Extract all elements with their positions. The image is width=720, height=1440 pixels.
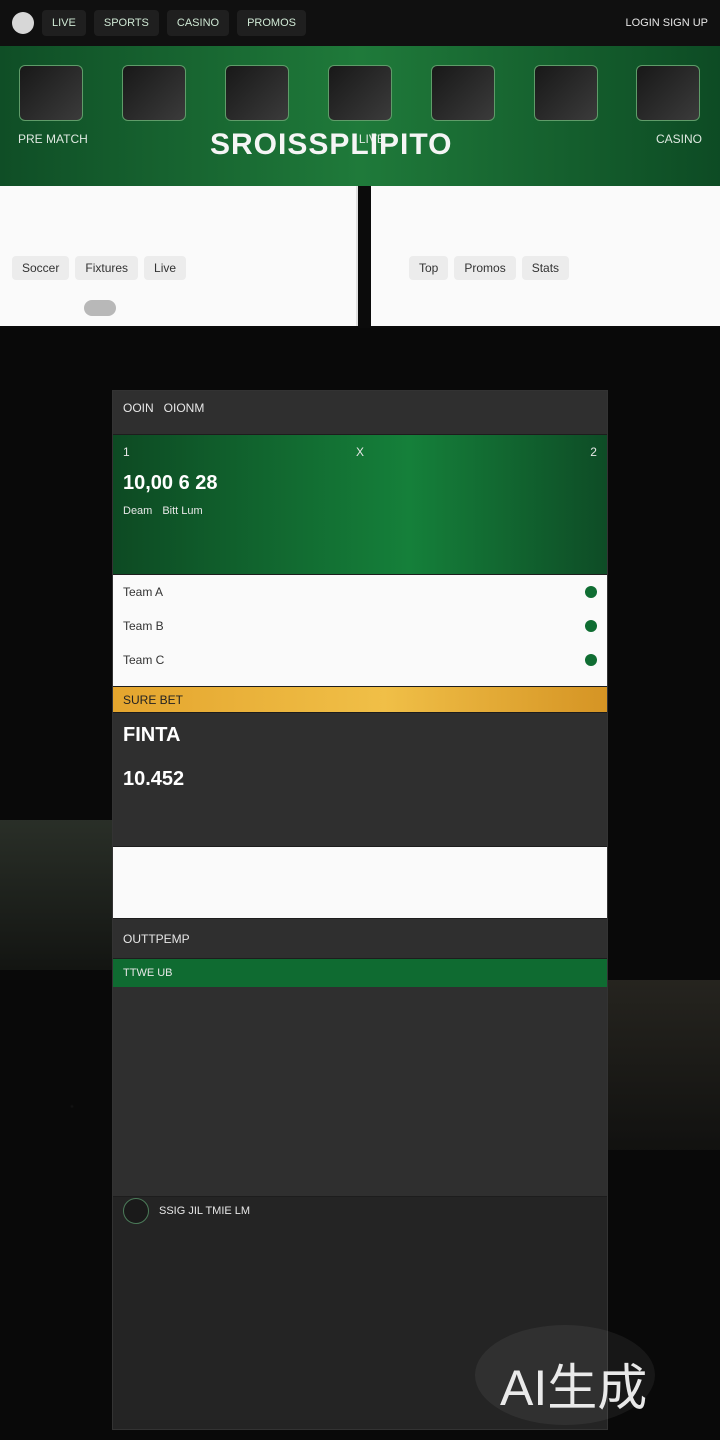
hero-label-0[interactable]: PRE MATCH [18, 132, 88, 146]
list-item-2-label: Team C [123, 653, 165, 667]
game-icon-4[interactable] [327, 65, 392, 121]
ai-generated-badge: AI生成 [500, 1360, 648, 1416]
nav-item-1[interactable]: SPORTS [93, 10, 159, 36]
game-icon-6[interactable] [533, 65, 598, 121]
header-right[interactable]: OIONM [164, 401, 205, 415]
right-card-row: Top Promos Stats [409, 256, 570, 280]
bottom-title-section: OUTTPEMP [113, 919, 607, 959]
footer-text[interactable]: SSIG JIL TMIE LM [159, 1205, 250, 1217]
status-dot-0 [585, 586, 597, 598]
market-label-0[interactable]: Deam [123, 505, 152, 517]
bottom-strip-label[interactable]: TTWE UB [123, 967, 173, 979]
list-section: Team A Team B Team C [113, 575, 607, 687]
top-navigation: LIVE SPORTS CASINO PROMOS LOGIN SIGN UP [0, 0, 720, 46]
summary-value-1: 10.452 [123, 767, 185, 790]
game-icon-7[interactable] [636, 65, 701, 121]
right-white-card: Top Promos Stats [371, 186, 720, 326]
promo-label[interactable]: SURE BET [123, 693, 183, 707]
center-panel: OOIN OIONM 1 X 2 10,00 6 28 Deam Bitt Lu… [112, 390, 608, 1430]
hero-label-2[interactable]: CASINO [656, 132, 702, 146]
summary-section: FINTA 10.452 [113, 713, 607, 847]
footer-logo [123, 1198, 149, 1224]
account-label[interactable]: LOGIN SIGN UP [625, 17, 708, 29]
nav-item-2[interactable]: CASINO [166, 10, 230, 36]
small-toggle-button[interactable] [84, 300, 116, 316]
odd-2[interactable]: 2 [590, 445, 597, 459]
list-row-1[interactable]: Team B [113, 609, 607, 643]
match-score: 10,00 6 28 [123, 471, 218, 494]
left-card-row: Soccer Fixtures Live [12, 256, 187, 280]
hero-title: SROISSPLIPITO [210, 128, 453, 161]
left-chip-1[interactable]: Fixtures [75, 256, 139, 280]
game-icon-2[interactable] [122, 65, 187, 121]
account-area: LOGIN SIGN UP [625, 17, 708, 29]
bottom-section [113, 987, 607, 1197]
list-item-1-label: Team B [123, 619, 164, 633]
list-item-0-label: Team A [123, 585, 164, 599]
left-white-card: Soccer Fixtures Live [0, 186, 358, 326]
match-score-row: 10,00 6 28 [113, 469, 607, 497]
odd-1[interactable]: 1 [123, 445, 130, 459]
list-row-2[interactable]: Team C [113, 643, 607, 677]
odds-row-top: 1 X 2 [113, 435, 607, 469]
bottom-title[interactable]: OUTTPEMP [123, 932, 190, 946]
bottom-green-strip: TTWE UB [113, 959, 607, 987]
summary-value-0: FINTA [123, 723, 181, 746]
right-hill [600, 980, 720, 1150]
game-icon-5[interactable] [430, 65, 495, 121]
market-row: Deam Bitt Lum [113, 497, 607, 525]
game-icon-1[interactable] [19, 65, 84, 121]
hero-icons-row [0, 58, 720, 128]
match-section: 1 X 2 10,00 6 28 Deam Bitt Lum [113, 435, 607, 575]
market-label-1[interactable]: Bitt Lum [162, 505, 202, 517]
left-chip-0[interactable]: Soccer [12, 256, 70, 280]
hero-banner: LIVE SPORTS CASINO PROMOS LOGIN SIGN UP … [0, 0, 720, 186]
summary-row-1: 10.452 [113, 757, 607, 801]
nav-item-0[interactable]: LIVE [42, 10, 86, 36]
status-dot-1 [585, 620, 597, 632]
list-row-0[interactable]: Team A [113, 575, 607, 609]
status-dot-2 [585, 654, 597, 666]
left-chip-2[interactable]: Live [144, 256, 187, 280]
odd-x[interactable]: X [356, 445, 364, 459]
summary-row-0: FINTA [113, 713, 607, 757]
promo-bar: SURE BET [113, 687, 607, 713]
secondary-list [113, 847, 607, 919]
right-chip-1[interactable]: Promos [454, 256, 516, 280]
nav-item-3[interactable]: PROMOS [237, 10, 306, 36]
header-left[interactable]: OOIN [123, 401, 154, 415]
right-chip-0[interactable]: Top [409, 256, 449, 280]
footer-row: SSIG JIL TMIE LM [113, 1197, 607, 1225]
right-chip-2[interactable]: Stats [521, 256, 570, 280]
game-icon-3[interactable] [225, 65, 290, 121]
app-icon[interactable] [12, 12, 34, 34]
panel-header: OOIN OIONM [113, 391, 607, 435]
